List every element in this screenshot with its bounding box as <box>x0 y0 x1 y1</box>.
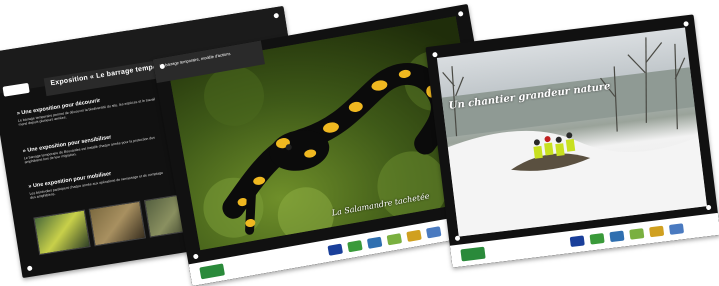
partner-logo <box>386 233 403 246</box>
eu-flag-logo <box>569 235 585 248</box>
partner-logo <box>649 225 665 238</box>
eu-flag-logo <box>327 243 344 256</box>
volunteer-photo <box>33 209 91 256</box>
partner-logo <box>629 228 645 240</box>
partner-logo <box>425 226 442 239</box>
partner-logo <box>668 223 685 235</box>
partner-logo <box>406 229 422 242</box>
amphibian-photo <box>88 200 146 247</box>
organization-logo <box>460 246 486 262</box>
winter-worksite-photo <box>436 27 707 237</box>
partner-logo <box>589 232 605 245</box>
exhibition-panel-right: Un chantier grandeur nature <box>425 14 719 268</box>
partner-logo <box>347 240 363 253</box>
partner-logo <box>609 230 625 243</box>
organization-logo <box>199 263 226 280</box>
worksite-illustration <box>441 37 707 237</box>
partner-logo <box>366 236 383 249</box>
